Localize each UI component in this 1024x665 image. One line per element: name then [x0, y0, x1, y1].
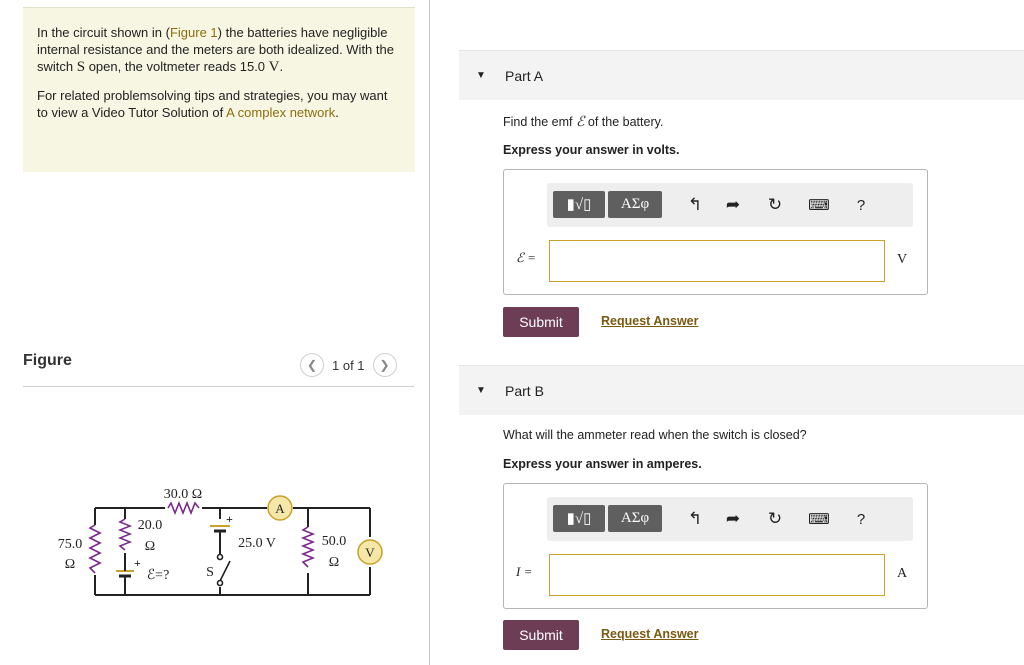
ammeter-label: A: [275, 501, 285, 516]
part-b-request-answer-link[interactable]: Request Answer: [601, 627, 698, 641]
problem-statement: In the circuit shown in (Figure 1) the b…: [23, 7, 415, 172]
chevron-left-icon: ❮: [306, 358, 318, 372]
part-a-submit-button[interactable]: Submit: [503, 307, 579, 337]
figure-link[interactable]: Figure 1: [170, 25, 218, 40]
part-a-unit: V: [897, 252, 908, 267]
problem-text: In the circuit shown in (: [37, 25, 170, 40]
part-b-instruction: Express your answer in amperes.: [503, 457, 702, 471]
redo-icon[interactable]: ➦: [721, 193, 745, 217]
r-mid-value: 20.0: [138, 518, 163, 533]
r-left-unit: Ω: [65, 557, 75, 572]
caret-down-icon: ▼: [476, 385, 486, 396]
battery-25-label: 25.0 V: [238, 536, 276, 551]
r-left-value: 75.0: [58, 537, 83, 552]
templates-button[interactable]: ▮√▯: [553, 191, 605, 218]
problem-text: .: [279, 59, 284, 74]
figure-page-indicator: 1 of 1: [332, 357, 365, 373]
question-text: of the battery.: [584, 115, 664, 129]
part-b-question: What will the ammeter read when the swit…: [503, 428, 807, 442]
switch-label: S: [206, 565, 214, 580]
tips-text: .: [335, 105, 339, 120]
greek-symbols-button[interactable]: ΑΣφ: [608, 505, 662, 532]
templates-button[interactable]: ▮√▯: [553, 505, 605, 532]
part-a-answer-input[interactable]: [549, 240, 885, 282]
r-mid-unit: Ω: [145, 539, 155, 554]
caret-down-icon: ▼: [476, 70, 486, 81]
problem-paragraph: In the circuit shown in (Figure 1) the b…: [37, 24, 401, 76]
battery-25-plus: +: [226, 512, 233, 526]
math-toolbar: ▮√▯ ΑΣφ ↰ ➦ ↻ ⌨ ?: [547, 183, 913, 227]
emf-variable-label: ℰ =: [516, 250, 536, 265]
part-b-answer-input[interactable]: [549, 554, 885, 596]
part-b-unit: A: [897, 566, 908, 581]
part-a-question: Find the emf ℰ of the battery.: [503, 114, 663, 131]
switch-symbol: S: [76, 59, 86, 75]
chevron-right-icon: ❯: [379, 358, 390, 372]
undo-icon[interactable]: ↰: [683, 193, 707, 217]
switch-contact-bottom: [216, 579, 224, 587]
redo-icon[interactable]: ➦: [721, 507, 745, 531]
keyboard-icon[interactable]: ⌨: [807, 193, 831, 217]
problem-text: open, the voltmeter reads: [85, 59, 240, 74]
r-right-value: 50.0: [322, 534, 347, 549]
part-b-answer-box: ▮√▯ ΑΣφ ↰ ➦ ↻ ⌨ ? I = A: [503, 483, 928, 609]
help-button[interactable]: ?: [849, 507, 873, 531]
keyboard-icon[interactable]: ⌨: [807, 507, 831, 531]
emf-label: ℰ=?: [147, 568, 170, 583]
greek-symbols-button[interactable]: ΑΣφ: [608, 191, 662, 218]
r-top-label: 30.0 Ω: [164, 487, 202, 502]
tips-paragraph: For related problemsolving tips and stra…: [37, 87, 401, 121]
help-button[interactable]: ?: [849, 193, 873, 217]
voltage-value: 15.0: [239, 59, 266, 74]
voltage-unit: V: [268, 59, 280, 75]
figure-pager: ❮ 1 of 1 ❯: [300, 352, 397, 378]
panel-divider: [429, 0, 430, 665]
part-a-header[interactable]: ▼ Part A: [459, 50, 1024, 100]
figure-divider: [23, 386, 414, 387]
part-b-label: Part B: [505, 382, 544, 399]
video-tutor-link[interactable]: A complex network: [226, 105, 335, 120]
part-a-label: Part A: [505, 67, 544, 84]
r-right-unit: Ω: [329, 555, 339, 570]
question-text: Find the emf: [503, 115, 576, 129]
figure-prev-button[interactable]: ❮: [300, 353, 324, 377]
switch-contact-top: [216, 553, 224, 561]
math-toolbar: ▮√▯ ΑΣφ ↰ ➦ ↻ ⌨ ?: [547, 497, 913, 541]
circuit-diagram: A V 30.0 Ω 75.0 Ω 20.0 Ω ℰ=? + + 25.0 V …: [58, 487, 383, 596]
part-a-answer-box: ▮√▯ ΑΣφ ↰ ➦ ↻ ⌨ ? ℰ = V: [503, 169, 928, 295]
figure-title: Figure: [23, 352, 72, 369]
reset-icon[interactable]: ↻: [763, 507, 787, 531]
part-b-submit-button[interactable]: Submit: [503, 620, 579, 650]
part-a-instruction: Express your answer in volts.: [503, 143, 680, 157]
figure-next-button[interactable]: ❯: [372, 353, 397, 377]
part-a-request-answer-link[interactable]: Request Answer: [601, 314, 698, 328]
reset-icon[interactable]: ↻: [763, 193, 787, 217]
emf-plus: +: [134, 556, 141, 570]
current-variable-label: I =: [516, 564, 533, 579]
undo-icon[interactable]: ↰: [683, 507, 707, 531]
part-b-header[interactable]: ▼ Part B: [459, 365, 1024, 415]
voltmeter-label: V: [365, 545, 375, 560]
